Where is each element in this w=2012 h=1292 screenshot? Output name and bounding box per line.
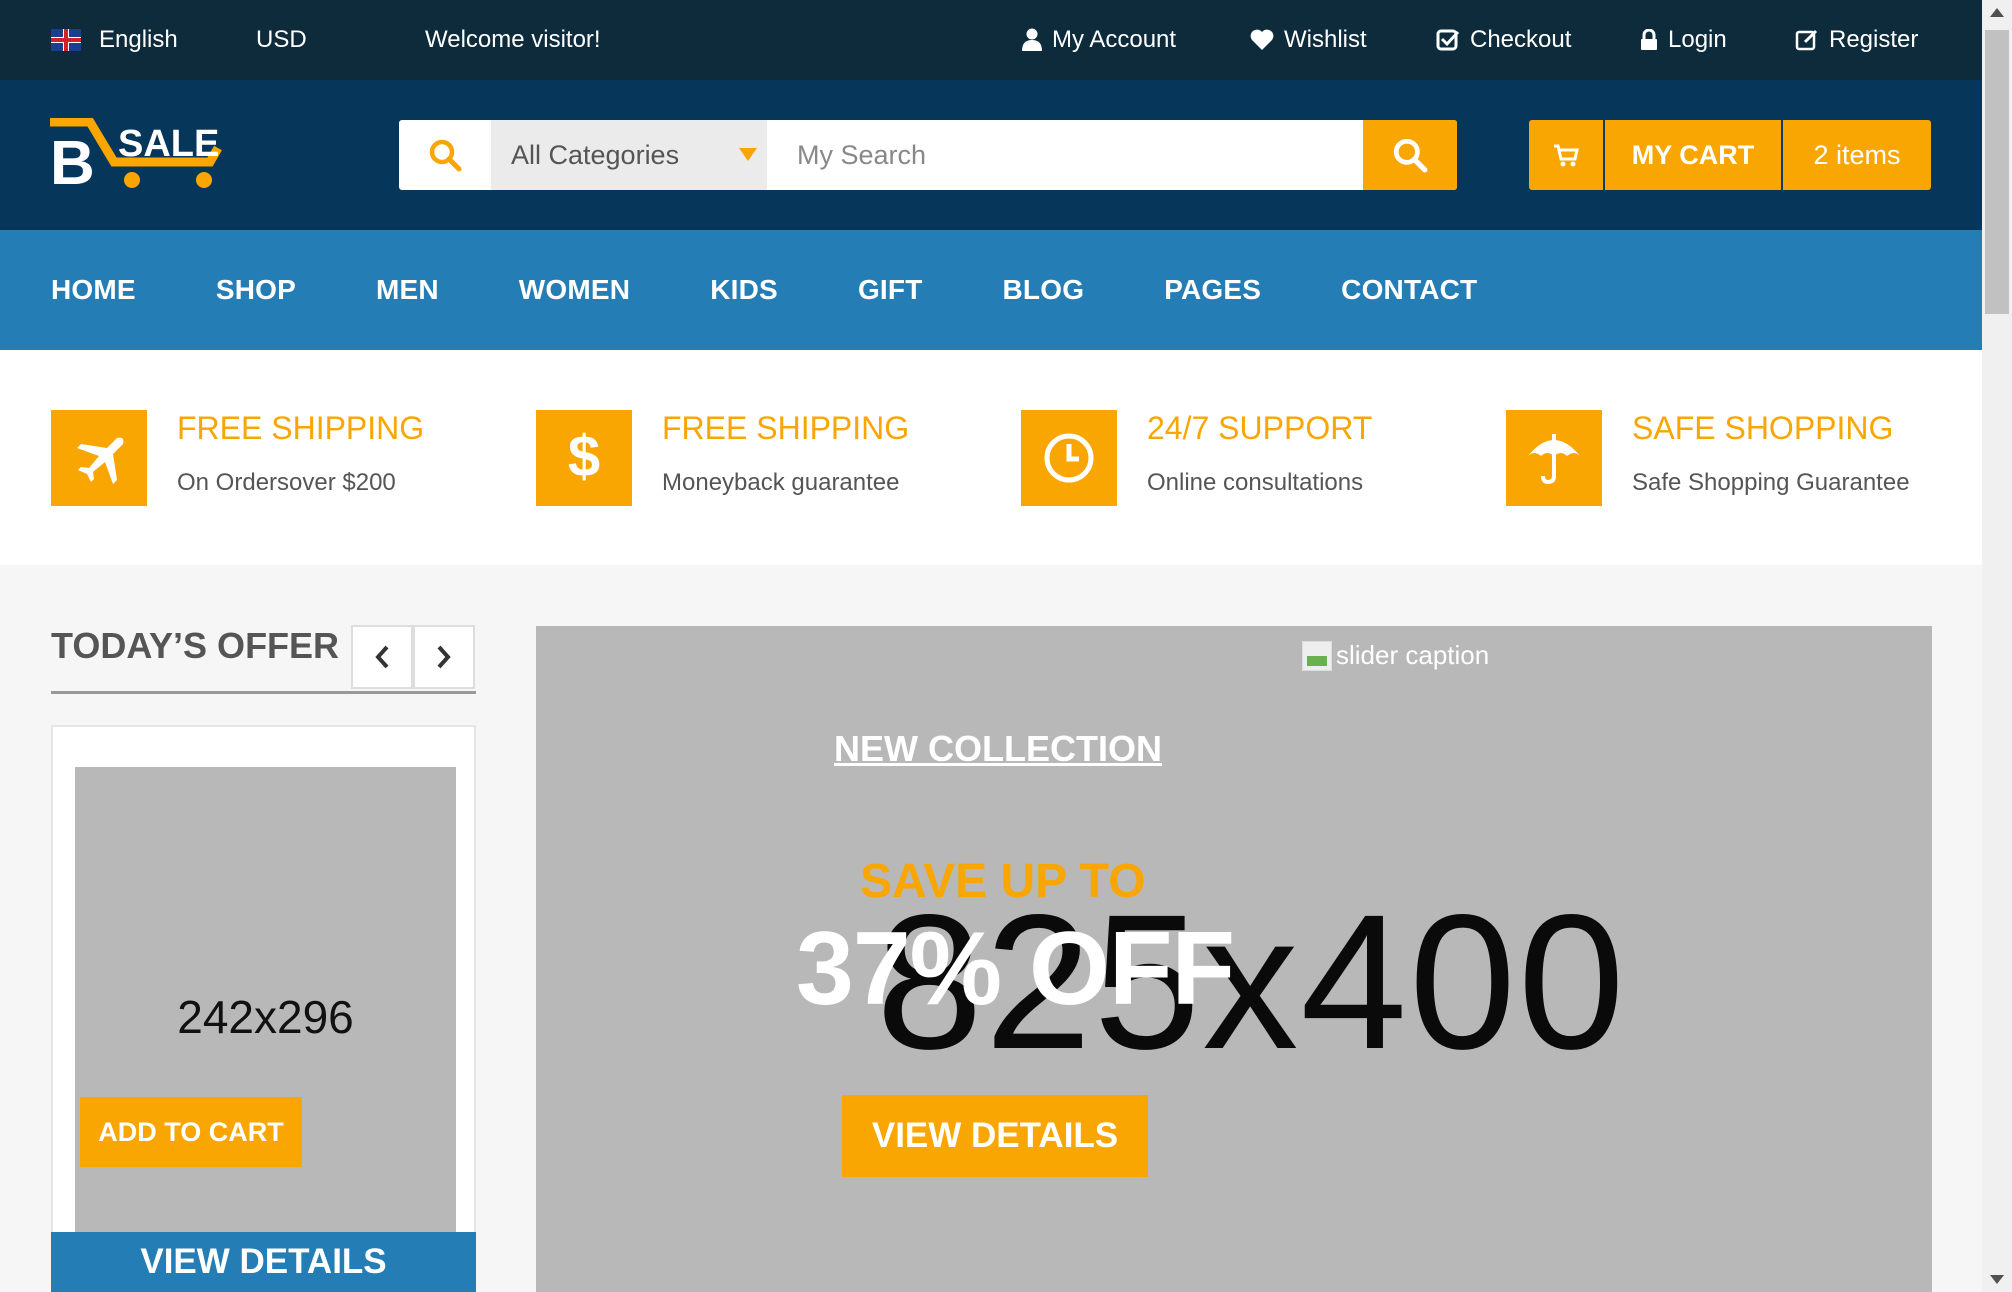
page-scrollbar[interactable] [1982, 0, 2012, 1292]
shopping-cart-icon [1529, 120, 1605, 190]
clock-icon [1021, 410, 1117, 506]
feature-item: SAFE SHOPPING Safe Shopping Guarantee [1506, 410, 1910, 506]
header: B SALE All Categories MY CART 2 items [0, 80, 1982, 230]
search-icon [399, 120, 491, 190]
feature-subtitle: Online consultations [1147, 469, 1364, 496]
feature-title: 24/7 SUPPORT [1147, 410, 1373, 446]
heart-icon [1250, 29, 1274, 50]
cart-logo-icon: B SALE [50, 117, 222, 198]
slider-view-details-button[interactable]: VIEW DETAILS [842, 1095, 1148, 1177]
login-label: Login [1668, 26, 1727, 53]
chevron-left-icon [375, 645, 389, 669]
feature-item: FREE SHIPPING On Ordersover $200 [51, 410, 424, 506]
feature-title: FREE SHIPPING [177, 410, 425, 446]
edit-icon [1795, 29, 1818, 51]
welcome-label: Welcome visitor! [425, 26, 601, 53]
feature-subtitle: On Ordersover $200 [177, 469, 396, 496]
wishlist-link[interactable]: Wishlist [1250, 0, 1367, 80]
nav-contact[interactable]: CONTACT [1341, 274, 1477, 306]
dollar-icon: $ [536, 410, 632, 506]
feature-subtitle: Safe Shopping Guarantee [1632, 469, 1910, 496]
offer-product-card: 242x296 ADD TO CART [51, 725, 476, 1292]
offer-view-details-button[interactable]: VIEW DETAILS [51, 1232, 476, 1292]
search-input[interactable] [767, 120, 1363, 190]
nav-men[interactable]: MEN [376, 274, 439, 306]
category-label: All Categories [511, 139, 680, 170]
logo-text: SALE [118, 123, 219, 165]
umbrella-icon [1506, 410, 1602, 506]
offer-divider [51, 691, 476, 694]
new-collection-link[interactable]: NEW COLLECTION [834, 728, 1162, 770]
nav-shop[interactable]: SHOP [216, 274, 296, 306]
product-image-text: 242x296 [177, 991, 354, 1043]
offer-prev-button[interactable] [351, 625, 413, 689]
nav-gift[interactable]: GIFT [858, 274, 923, 306]
cart-label: MY CART [1605, 120, 1783, 190]
slider-caption-alt: slider caption [1336, 640, 1490, 670]
scroll-up-arrow-icon[interactable] [1990, 8, 2004, 17]
my-account-link[interactable]: My Account [1022, 0, 1176, 80]
features-strip: FREE SHIPPING On Ordersover $200 $ FREE … [0, 350, 1982, 565]
feature-title: SAFE SHOPPING [1632, 410, 1894, 446]
wishlist-label: Wishlist [1284, 26, 1367, 53]
nav-pages[interactable]: PAGES [1164, 274, 1261, 306]
scrollbar-thumb[interactable] [1985, 30, 2009, 314]
cart-count: 2 items [1813, 139, 1901, 170]
scroll-down-arrow-icon[interactable] [1990, 1275, 2004, 1284]
hero-slider: 825x400 slider caption NEW COLLECTION SA… [536, 626, 1932, 1292]
feature-item: 24/7 SUPPORT Online consultations [1021, 410, 1372, 506]
my-account-label: My Account [1052, 26, 1177, 53]
register-link[interactable]: Register [1795, 0, 1918, 80]
save-up-to-text: SAVE UP TO [860, 855, 1146, 908]
todays-offer-title: TODAY’S OFFER [51, 625, 340, 666]
currency-label: USD [256, 26, 307, 53]
chevron-right-icon [437, 645, 451, 669]
category-select[interactable]: All Categories [491, 120, 767, 190]
feature-title: FREE SHIPPING [662, 410, 910, 446]
nav-women[interactable]: WOMEN [519, 274, 630, 306]
top-bar: English USD Welcome visitor! My Account … [0, 0, 1982, 80]
lock-icon [1641, 29, 1657, 50]
login-link[interactable]: Login [1640, 0, 1727, 80]
language-label: English [99, 26, 178, 53]
nav-kids[interactable]: KIDS [710, 274, 778, 306]
search-button[interactable] [1363, 120, 1457, 190]
uk-flag-icon [51, 29, 81, 51]
slider-caption-image: slider caption [1302, 640, 1489, 671]
discount-text: 37% OFF [796, 911, 1235, 1027]
main-nav: HOME SHOP MEN WOMEN KIDS GIFT BLOG PAGES… [0, 230, 1982, 350]
add-to-cart-button[interactable]: ADD TO CART [80, 1097, 302, 1167]
svg-text:$: $ [568, 428, 600, 488]
cart-button[interactable]: MY CART 2 items [1529, 120, 1931, 190]
welcome-text: Welcome visitor! [425, 0, 601, 80]
currency-selector[interactable]: USD [256, 0, 307, 80]
checkout-label: Checkout [1470, 26, 1572, 53]
search-icon [1393, 138, 1428, 173]
airplane-icon [51, 410, 147, 506]
nav-home[interactable]: HOME [51, 274, 136, 306]
offer-next-button[interactable] [413, 625, 475, 689]
search-bar: All Categories [399, 120, 1457, 190]
dropdown-arrow-icon [739, 148, 757, 161]
register-label: Register [1829, 26, 1919, 53]
site-logo[interactable]: B SALE [50, 117, 222, 198]
broken-image-icon [1302, 640, 1332, 671]
feature-item: $ FREE SHIPPING Moneyback guarantee [536, 410, 909, 506]
nav-blog[interactable]: BLOG [1003, 274, 1085, 306]
logo-letter: B [50, 129, 95, 192]
product-image-placeholder[interactable]: 242x296 [75, 767, 456, 1267]
checkbox-icon [1436, 29, 1460, 51]
checkout-link[interactable]: Checkout [1436, 0, 1571, 80]
user-icon [1022, 28, 1042, 51]
language-selector[interactable]: English [51, 0, 178, 80]
feature-subtitle: Moneyback guarantee [662, 469, 900, 496]
